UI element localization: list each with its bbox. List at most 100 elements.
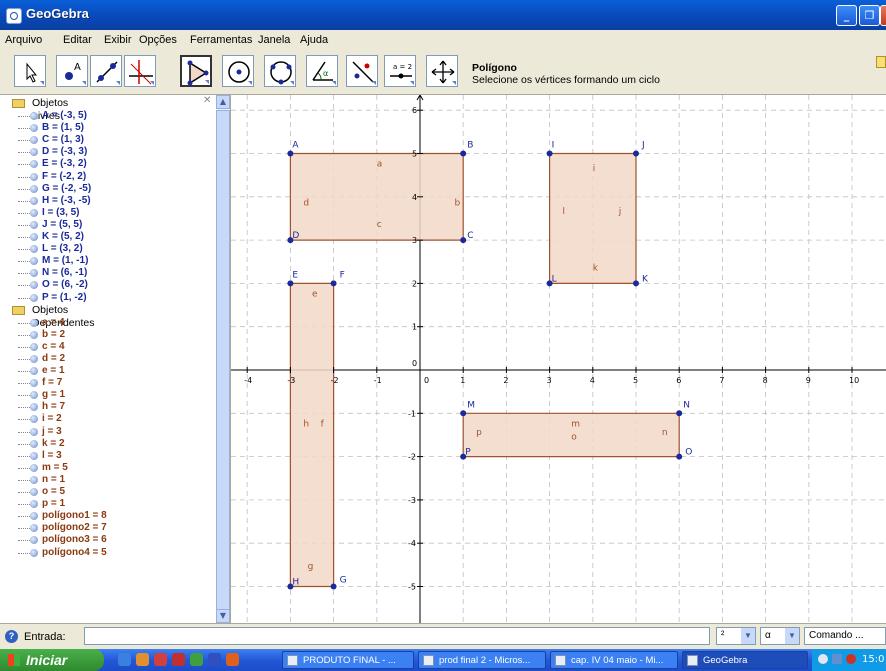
visibility-toggle-icon[interactable] xyxy=(30,136,38,145)
point-tool-button[interactable]: A xyxy=(56,55,88,87)
visibility-toggle-icon[interactable] xyxy=(30,208,38,217)
move-tool-button[interactable] xyxy=(14,55,46,87)
visibility-toggle-icon[interactable] xyxy=(30,524,38,533)
visibility-toggle-icon[interactable] xyxy=(30,245,38,254)
excel-icon[interactable] xyxy=(190,653,203,666)
visibility-toggle-icon[interactable] xyxy=(30,293,38,302)
point-N[interactable] xyxy=(676,410,683,417)
scroll-up-icon[interactable]: ▲ xyxy=(216,95,230,109)
firefox-icon[interactable] xyxy=(136,653,149,666)
volume-icon[interactable] xyxy=(832,654,842,664)
opera-icon[interactable] xyxy=(172,653,185,666)
visibility-toggle-icon[interactable] xyxy=(30,257,38,266)
point-F[interactable] xyxy=(330,280,337,287)
scroll-down-icon[interactable]: ▼ xyxy=(216,609,230,623)
point-G[interactable] xyxy=(330,583,337,590)
polygon-tool-button[interactable] xyxy=(180,55,212,87)
app-icon[interactable] xyxy=(226,653,239,666)
angle-tool-button[interactable]: α xyxy=(306,55,338,87)
menu-ajuda[interactable]: Ajuda xyxy=(300,34,328,46)
undo-icon[interactable] xyxy=(876,56,886,68)
point-I[interactable] xyxy=(546,150,553,157)
task-prod-final-2[interactable]: prod final 2 - Micros... xyxy=(418,651,546,669)
visibility-toggle-icon[interactable] xyxy=(30,330,38,339)
visibility-toggle-icon[interactable] xyxy=(30,172,38,181)
menu-arquivo[interactable]: Arquivo xyxy=(5,34,42,46)
help-icon[interactable]: ? xyxy=(5,630,18,643)
line-tool-button[interactable] xyxy=(90,55,122,87)
task-cap-iv[interactable]: cap. IV 04 maio - Mi... xyxy=(550,651,678,669)
visibility-toggle-icon[interactable] xyxy=(30,488,38,496)
visibility-toggle-icon[interactable] xyxy=(30,233,38,241)
menu-opcoes[interactable]: Opções xyxy=(139,34,177,46)
point-J[interactable] xyxy=(633,150,639,157)
visibility-toggle-icon[interactable] xyxy=(30,112,38,120)
visibility-toggle-icon[interactable] xyxy=(30,548,38,557)
algebra-scrollbar[interactable]: ▲ ▼ xyxy=(216,95,230,623)
scroll-thumb[interactable] xyxy=(216,110,230,610)
media-icon[interactable] xyxy=(154,653,167,666)
close-button[interactable] xyxy=(880,5,886,26)
reflect-tool-button[interactable] xyxy=(346,55,378,87)
ie-icon[interactable] xyxy=(118,653,131,666)
visibility-toggle-icon[interactable] xyxy=(30,269,38,278)
superscript-combo[interactable]: ² ▼ xyxy=(716,627,756,645)
visibility-toggle-icon[interactable] xyxy=(30,318,38,327)
start-button[interactable]: Iniciar xyxy=(0,649,104,671)
menu-ferramentas[interactable]: Ferramentas xyxy=(190,34,252,46)
visibility-toggle-icon[interactable] xyxy=(30,124,38,133)
visibility-toggle-icon[interactable] xyxy=(30,342,38,351)
visibility-toggle-icon[interactable] xyxy=(30,148,38,157)
visibility-toggle-icon[interactable] xyxy=(30,184,38,193)
visibility-toggle-icon[interactable] xyxy=(30,415,38,424)
alert-icon[interactable] xyxy=(846,654,856,664)
menu-janela[interactable]: Janela xyxy=(258,34,290,46)
coordinate-plane[interactable]: -4 -3 -2 -1 0 1 2 3 4 5 6 7 8 9 106543210-1-2-3-4-5abc… xyxy=(231,95,886,623)
network-icon[interactable] xyxy=(818,654,828,664)
point-E[interactable] xyxy=(287,280,294,287)
point-O[interactable] xyxy=(676,453,683,460)
point-M[interactable] xyxy=(460,410,467,417)
menu-editar[interactable]: Editar xyxy=(63,34,92,46)
visibility-toggle-icon[interactable] xyxy=(30,427,38,436)
visibility-toggle-icon[interactable] xyxy=(30,196,38,205)
visibility-toggle-icon[interactable] xyxy=(30,451,38,460)
move-view-tool-button[interactable] xyxy=(426,55,458,87)
menu-exibir[interactable]: Exibir xyxy=(104,34,132,46)
polygon-2[interactable] xyxy=(289,282,335,588)
point-B[interactable] xyxy=(460,150,467,157)
input-field[interactable] xyxy=(84,627,710,645)
visibility-toggle-icon[interactable] xyxy=(30,475,38,484)
point-K[interactable] xyxy=(633,280,639,287)
visibility-toggle-icon[interactable] xyxy=(30,536,38,545)
task-produto-final[interactable]: PRODUTO FINAL - ... xyxy=(282,651,414,669)
visibility-toggle-icon[interactable] xyxy=(30,354,38,363)
task-geogebra[interactable]: GeoGebra xyxy=(682,651,808,669)
circle-center-tool-button[interactable] xyxy=(222,55,254,87)
visibility-toggle-icon[interactable] xyxy=(30,379,38,388)
visibility-toggle-icon[interactable] xyxy=(30,281,38,290)
circle-three-points-tool-button[interactable] xyxy=(264,55,296,87)
command-combo[interactable]: Comando ... xyxy=(804,627,886,645)
visibility-toggle-icon[interactable] xyxy=(30,500,38,509)
visibility-toggle-icon[interactable] xyxy=(30,403,38,412)
visibility-toggle-icon[interactable] xyxy=(30,220,38,229)
point-label: D xyxy=(292,231,299,241)
x-tick-label: -3 xyxy=(287,376,295,385)
visibility-toggle-icon[interactable] xyxy=(30,512,38,521)
point-A[interactable] xyxy=(287,150,294,157)
minimize-button[interactable]: _ xyxy=(836,5,857,26)
visibility-toggle-icon[interactable] xyxy=(30,367,38,375)
visibility-toggle-icon[interactable] xyxy=(30,439,38,448)
perpendicular-tool-button[interactable] xyxy=(124,55,156,87)
graphics-view[interactable]: -4 -3 -2 -1 0 1 2 3 4 5 6 7 8 9 10 6 5 4 3 2 1 0 -1 -2 -3 -4 -5 a b c… xyxy=(231,95,886,623)
visibility-toggle-icon[interactable] xyxy=(30,391,38,400)
greek-combo[interactable]: α ▼ xyxy=(760,627,800,645)
point-C[interactable] xyxy=(460,237,467,244)
close-view-icon[interactable]: ✕ xyxy=(203,95,211,106)
slider-tool-button[interactable]: a = 2 xyxy=(384,55,416,87)
visibility-toggle-icon[interactable] xyxy=(30,160,38,169)
word-icon[interactable] xyxy=(208,653,221,666)
visibility-toggle-icon[interactable] xyxy=(30,463,38,472)
maximize-button[interactable]: ❐ xyxy=(859,5,880,26)
